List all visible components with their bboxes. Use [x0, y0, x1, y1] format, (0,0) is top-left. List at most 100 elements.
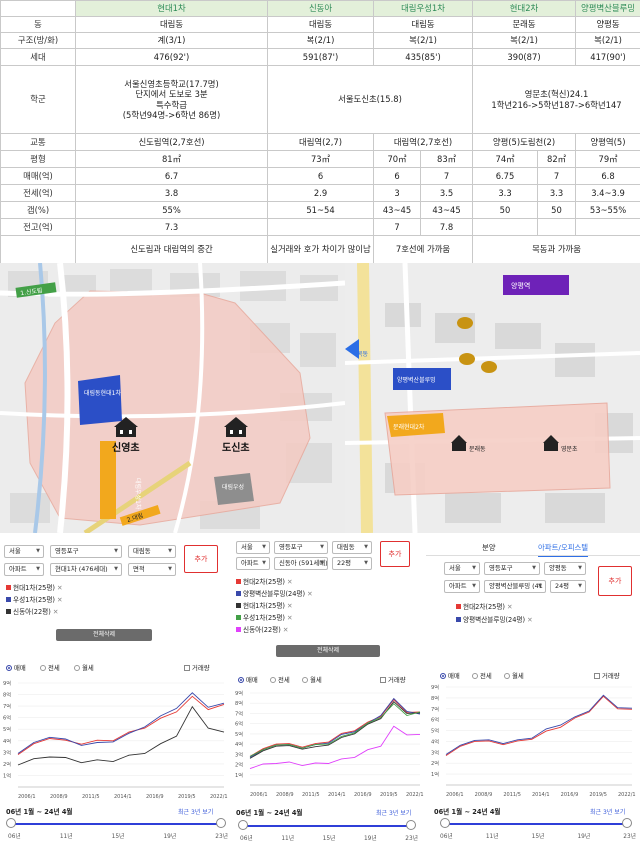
- slider-handle-end[interactable]: [622, 818, 632, 828]
- dong-select[interactable]: 대림동 ▼: [128, 545, 176, 558]
- compare-tag[interactable]: 현대1차(25평) ✕: [6, 582, 63, 592]
- slider-handle-end[interactable]: [406, 820, 416, 830]
- city-select[interactable]: 서울 ▼: [444, 562, 480, 575]
- radio-sale[interactable]: 매매: [6, 663, 26, 672]
- complex-select[interactable]: 현대1차 (476세대) ▼: [50, 563, 122, 576]
- row-label: 평형: [0, 150, 76, 168]
- add-button[interactable]: 추가: [598, 566, 632, 596]
- close-icon[interactable]: ✕: [283, 626, 289, 634]
- chevron-down-icon: ▼: [262, 560, 266, 566]
- apt-marker-hyundai1[interactable]: [78, 375, 122, 425]
- recent-3y-link[interactable]: 최근 3년 보기: [376, 808, 411, 817]
- cell: 6: [373, 167, 421, 185]
- radio-jeonse[interactable]: 전세: [270, 675, 290, 684]
- comparison-table: 현대1차 신동아 대림우성1차 현대2차 양평벽산블루밍 동 대림동 대림동 대…: [0, 0, 640, 264]
- radio-sale[interactable]: 매매: [440, 671, 460, 680]
- price-chart: 1억 2억 3억 4억 5억 6억 7억 8억 9억 2006/1 2008/9 2011/5 2014…: [431, 683, 636, 798]
- size-select[interactable]: 24평 ▼: [550, 580, 586, 593]
- type-select[interactable]: 아파트 ▼: [236, 557, 270, 570]
- map-left[interactable]: 1.신도림 대림동현대1차 대림우성1차 대림우성 신영초 도신초 2.대림: [0, 263, 345, 533]
- complex-select[interactable]: 양평벽산블루밍 (41 ▼: [484, 580, 546, 593]
- slider-handle-start[interactable]: [238, 820, 248, 830]
- cell: 73㎡: [267, 150, 374, 168]
- clear-all-button[interactable]: 전체삭제: [56, 629, 152, 641]
- size-select[interactable]: 면적 ▼: [128, 563, 176, 576]
- city-select[interactable]: 서울 ▼: [236, 541, 270, 554]
- radio-monthly[interactable]: 월세: [74, 663, 94, 672]
- cell: 43~45: [373, 201, 421, 219]
- compare-tag[interactable]: 신동아(22평) ✕: [6, 606, 58, 616]
- x-tick-label: 2008/9: [276, 792, 294, 798]
- compare-tag[interactable]: 현대1차(25평) ✕: [236, 600, 293, 610]
- y-tick-label: 5억: [3, 725, 11, 733]
- map-right[interactable]: 양평역 양평벽산블루밍 문래현대2차 목동 영문초 문래동: [345, 263, 640, 533]
- compare-tag[interactable]: 현대2차(25평) ✕: [236, 576, 293, 586]
- radio-jeonse[interactable]: 전세: [472, 671, 492, 680]
- radio-monthly[interactable]: 월세: [302, 675, 322, 684]
- cell: 82㎡: [537, 150, 577, 168]
- chevron-down-icon: ▼: [472, 583, 476, 589]
- y-tick-label: 6억: [431, 716, 439, 724]
- type-select[interactable]: 아파트 ▼: [4, 563, 44, 576]
- volume-checkbox[interactable]: 거래량: [380, 675, 406, 684]
- close-icon[interactable]: ✕: [507, 603, 513, 611]
- district-select[interactable]: 영등포구 ▼: [50, 545, 122, 558]
- clear-all-button[interactable]: 전체삭제: [276, 645, 380, 657]
- dong-select[interactable]: 양평동 ▼: [544, 562, 586, 575]
- type-select[interactable]: 아파트 ▼: [444, 580, 480, 593]
- y-tick-label: 2억: [235, 761, 243, 769]
- compare-tag[interactable]: 신동아(22평) ✕: [236, 624, 288, 634]
- radio-sale[interactable]: 매매: [238, 675, 258, 684]
- compare-tag[interactable]: 양평벽산블루밍(24평) ✕: [456, 614, 533, 624]
- close-icon[interactable]: ✕: [53, 608, 59, 616]
- color-swatch: [6, 609, 11, 614]
- chevron-down-icon: ▼: [320, 544, 324, 550]
- close-icon[interactable]: ✕: [307, 590, 313, 598]
- compare-tag[interactable]: 우성1차(25평) ✕: [236, 612, 293, 622]
- slider-handle-start[interactable]: [6, 818, 16, 828]
- price-panel: 분양 아파트/오피스텔 서울 ▼ 영등포구 ▼ 양평동 ▼ 아파트 ▼ 양평벽산블루밍 …: [426, 533, 640, 846]
- slider-handle-start[interactable]: [440, 818, 450, 828]
- volume-checkbox[interactable]: 거래량: [594, 671, 620, 680]
- city-select[interactable]: 서울 ▼: [4, 545, 44, 558]
- complex-select[interactable]: 신동아 (591세대) ▼: [274, 557, 328, 570]
- close-icon[interactable]: ✕: [287, 578, 293, 586]
- x-tick-label: 2014/1: [532, 792, 550, 798]
- color-swatch: [236, 591, 241, 596]
- series-line: [249, 701, 421, 759]
- close-icon[interactable]: ✕: [527, 616, 533, 624]
- district-select[interactable]: 영등포구 ▼: [274, 541, 328, 554]
- y-tick-label: 3억: [3, 748, 11, 756]
- recent-3y-link[interactable]: 최근 3년 보기: [590, 807, 625, 816]
- compare-tag[interactable]: 우성1차(25평) ✕: [6, 594, 63, 604]
- x-tick-label: 2022/1: [406, 792, 424, 798]
- period-slider-track[interactable]: [444, 823, 628, 825]
- period-slider-track[interactable]: [242, 825, 412, 827]
- size-select[interactable]: 22평 ▼: [332, 557, 372, 570]
- apt-label: 대림우성: [222, 483, 244, 491]
- radio-jeonse[interactable]: 전세: [40, 663, 60, 672]
- radio-monthly[interactable]: 월세: [504, 671, 524, 680]
- add-button[interactable]: 추가: [184, 545, 218, 573]
- close-icon[interactable]: ✕: [287, 614, 293, 622]
- recent-3y-link[interactable]: 최근 3년 보기: [178, 807, 213, 816]
- compare-tag[interactable]: 양평벽산블루밍(24평) ✕: [236, 588, 313, 598]
- compare-tag[interactable]: 현대2차(25평) ✕: [456, 601, 513, 611]
- series-line: [17, 692, 225, 754]
- close-icon[interactable]: ✕: [287, 602, 293, 610]
- x-tick-label: 2008/9: [475, 792, 493, 798]
- volume-checkbox[interactable]: 거래량: [184, 663, 210, 672]
- chevron-down-icon: ▼: [472, 565, 476, 571]
- add-button[interactable]: 추가: [380, 541, 410, 567]
- y-tick-label: 8억: [235, 699, 243, 707]
- district-select[interactable]: 영등포구 ▼: [484, 562, 540, 575]
- period-slider-track[interactable]: [10, 823, 222, 825]
- note-cell: 신도림과 대림역의 중간: [75, 235, 268, 264]
- cell: 83㎡: [419, 150, 474, 168]
- slider-handle-end[interactable]: [216, 818, 226, 828]
- close-icon[interactable]: ✕: [57, 584, 63, 592]
- close-icon[interactable]: ✕: [57, 596, 63, 604]
- dong-select[interactable]: 대림동 ▼: [332, 541, 372, 554]
- tab-presale[interactable]: 분양: [482, 542, 496, 553]
- color-swatch: [6, 585, 11, 590]
